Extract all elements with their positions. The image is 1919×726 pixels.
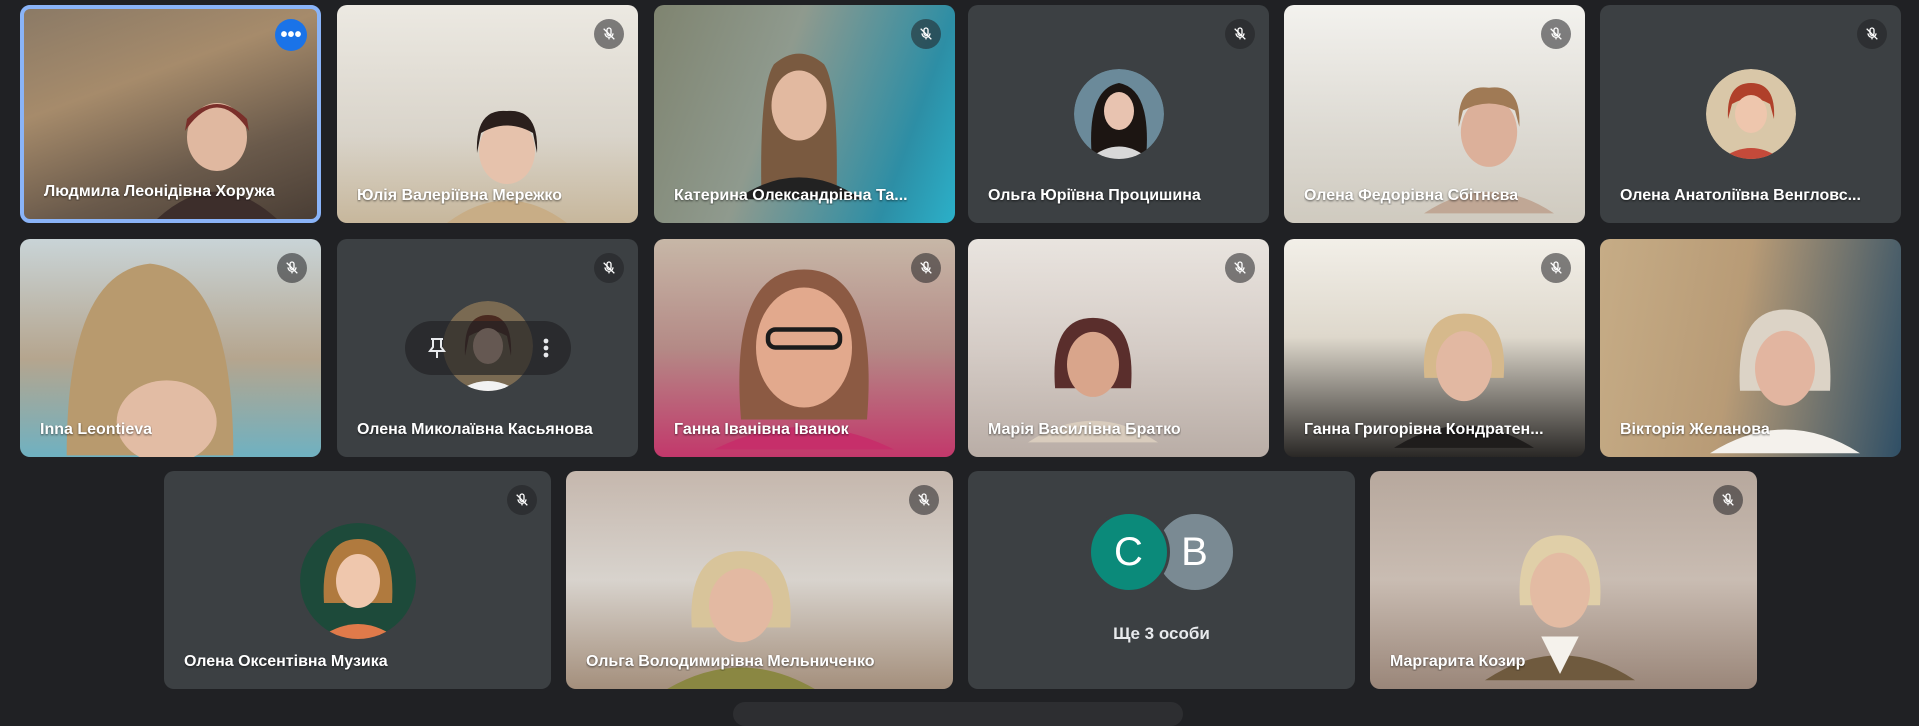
bottom-control-bar[interactable] (733, 702, 1183, 726)
participant-tile-10[interactable]: Марія Василівна Братко (968, 239, 1269, 457)
participant-tile-4[interactable]: Ольга Юріївна Процишина (968, 5, 1269, 223)
hover-controls (404, 321, 571, 375)
more-participants-label: Ще 3 особи (1113, 624, 1210, 643)
participant-name: Ольга Володимирівна Мельниченко (586, 653, 875, 670)
profile-avatar (299, 523, 416, 639)
participant-tile-9[interactable]: Ганна Іванівна Іванюк (654, 239, 955, 457)
participant-tile-11[interactable]: Ганна Григорівна Кондратен... (1284, 239, 1585, 457)
participant-tile-13[interactable]: Олена Оксентівна Музика (164, 471, 551, 689)
mic-off-icon (911, 253, 941, 283)
mic-off-icon (911, 19, 941, 49)
participant-name: Inna Leontieva (40, 421, 153, 438)
participant-tile-2[interactable]: Юлія Валеріївна Мережко (337, 5, 638, 223)
participant-tile-7[interactable]: Inna Leontieva (20, 239, 321, 457)
participant-name: Марія Василівна Братко (988, 421, 1181, 438)
participant-tile-5[interactable]: Олена Федорівна Сбітнєва (1284, 5, 1585, 223)
participant-tile-1[interactable]: ••• Людмила Леонідівна Хоружа (20, 5, 321, 223)
pin-icon[interactable] (427, 337, 447, 359)
mic-off-icon (594, 253, 624, 283)
mic-off-icon (1713, 485, 1743, 515)
participant-name: Ганна Григорівна Кондратен... (1304, 421, 1544, 438)
mic-off-icon (1225, 19, 1255, 49)
participant-name: Маргарита Козир (1390, 653, 1526, 670)
participant-name: Катерина Олександрівна Та... (674, 187, 908, 204)
more-participants-avatars: С В (1087, 511, 1236, 593)
participant-name: Людмила Леонідівна Хоружа (44, 183, 275, 200)
mic-off-icon (277, 253, 307, 283)
mic-off-icon (1857, 19, 1887, 49)
participant-tile-15[interactable]: Маргарита Козир (1370, 471, 1757, 689)
avatar-letter-c: С (1087, 511, 1170, 593)
participant-tile-12[interactable]: Вікторія Желанова (1600, 239, 1901, 457)
participant-name: Вікторія Желанова (1620, 421, 1770, 438)
mic-off-icon (1541, 253, 1571, 283)
participant-name: Олена Оксентівна Музика (184, 653, 388, 670)
participant-tile-8[interactable]: Олена Миколаївна Касьянова (337, 239, 638, 457)
more-participants-tile[interactable]: С В Ще 3 особи (968, 471, 1355, 689)
participant-name: Ганна Іванівна Іванюк (674, 421, 849, 438)
profile-avatar (1705, 69, 1796, 159)
participant-name: Олена Федорівна Сбітнєва (1304, 187, 1519, 204)
more-options-icon[interactable]: ••• (275, 19, 307, 51)
participant-name: Олена Анатоліївна Венгловс... (1620, 187, 1861, 204)
mic-off-icon (507, 485, 537, 515)
more-vert-icon[interactable] (543, 337, 549, 359)
participant-name: Юлія Валеріївна Мережко (357, 187, 562, 204)
participant-tile-6[interactable]: Олена Анатоліївна Венгловс... (1600, 5, 1901, 223)
participant-tile-14[interactable]: Ольга Володимирівна Мельниченко (566, 471, 953, 689)
mic-off-icon (1541, 19, 1571, 49)
participant-name: Ольга Юріївна Процишина (988, 187, 1201, 204)
participant-tile-3[interactable]: Катерина Олександрівна Та... (654, 5, 955, 223)
profile-avatar (1073, 69, 1164, 159)
mic-off-icon (594, 19, 624, 49)
participant-name: Олена Миколаївна Касьянова (357, 421, 593, 438)
mic-off-icon (909, 485, 939, 515)
mic-off-icon (1225, 253, 1255, 283)
